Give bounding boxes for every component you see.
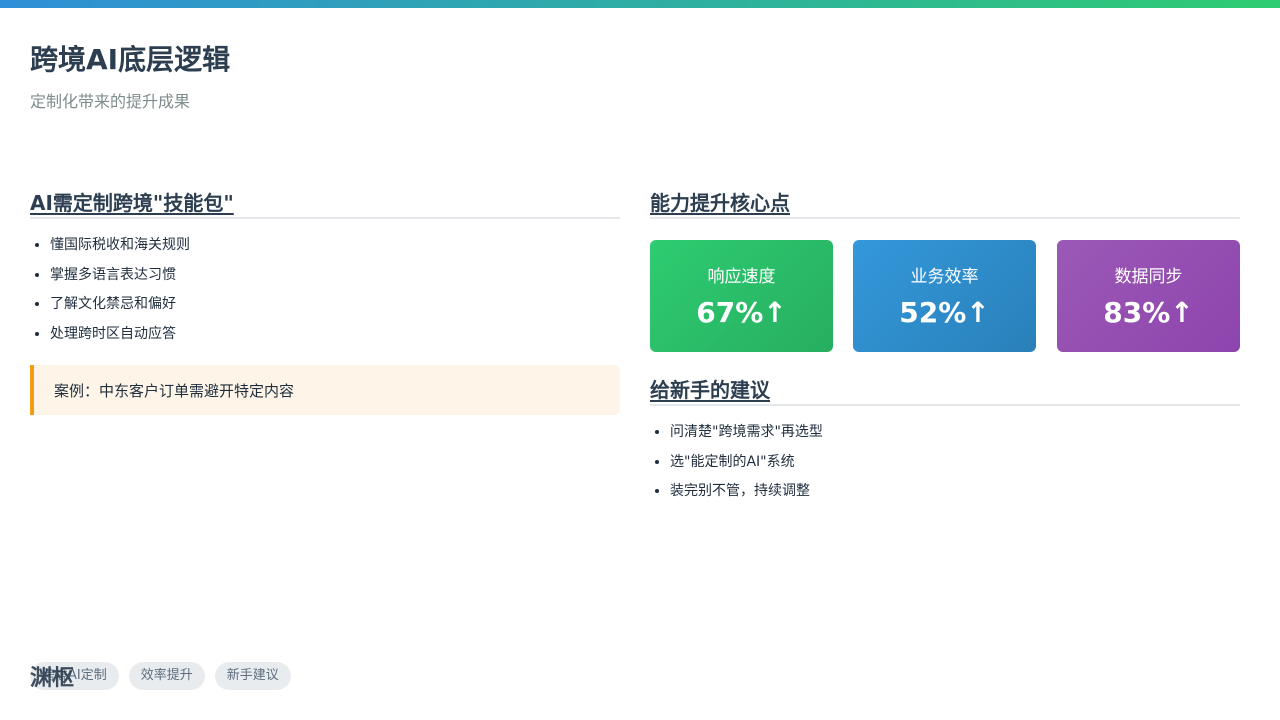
list-item: 选"能定制的AI"系统	[670, 448, 823, 478]
section-divider	[650, 404, 1240, 406]
case-text: 案例：中东客户订单需避开特定内容	[54, 381, 295, 400]
metrics-section-title: 能力提升核心点	[650, 191, 790, 215]
metric-card-data-sync: 数据同步 83%↑	[1057, 240, 1240, 352]
tag-efficiency[interactable]: 效率提升	[128, 662, 205, 690]
metric-label: 数据同步	[1114, 267, 1183, 287]
list-item: 懂国际税收和海关规则	[50, 231, 190, 261]
metric-value: 67%↑	[696, 296, 787, 329]
case-callout: 案例：中东客户订单需避开特定内容	[30, 365, 620, 415]
skills-section-title: AI需定制跨境"技能包"	[30, 191, 234, 215]
tag-beginner-advice[interactable]: 新手建议	[214, 662, 291, 690]
section-divider	[650, 217, 1240, 219]
list-item: 了解文化禁忌和偏好	[50, 290, 190, 320]
list-item: 掌握多语言表达习惯	[50, 261, 190, 291]
advice-list: 问清楚"跨境需求"再选型 选"能定制的AI"系统 装完别不管，持续调整	[650, 418, 823, 507]
advice-section-title: 给新手的建议	[650, 378, 770, 402]
metric-card-response-speed: 响应速度 67%↑	[650, 240, 833, 352]
metric-value: 52%↑	[899, 296, 990, 329]
list-item: 处理跨时区自动应答	[50, 320, 190, 350]
metric-label: 业务效率	[910, 267, 979, 287]
brand-logo: 渊枢	[30, 666, 75, 691]
page-subtitle: 定制化带来的提升成果	[30, 92, 191, 111]
list-item: 问清楚"跨境需求"再选型	[670, 418, 823, 448]
list-item: 装完别不管，持续调整	[670, 477, 823, 507]
section-divider	[30, 217, 620, 219]
skills-list: 懂国际税收和海关规则 掌握多语言表达习惯 了解文化禁忌和偏好 处理跨时区自动应答	[30, 231, 190, 349]
metric-card-business-efficiency: 业务效率 52%↑	[853, 240, 1036, 352]
metric-label: 响应速度	[707, 267, 776, 287]
page-title: 跨境AI底层逻辑	[30, 43, 231, 76]
top-accent-bar	[0, 0, 1280, 8]
metric-value: 83%↑	[1103, 296, 1194, 329]
